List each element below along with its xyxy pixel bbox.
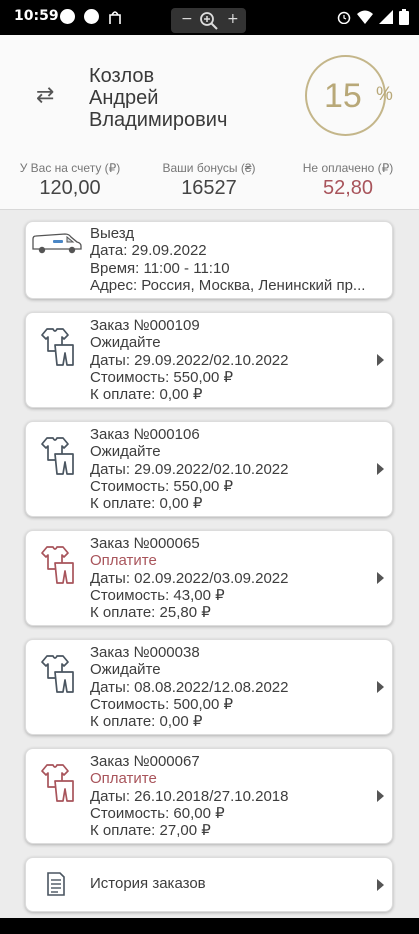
order-title: Заказ №000065: [90, 535, 200, 552]
order-cost: Стоимость: 550,00 ₽: [90, 368, 234, 386]
visit-time: Время: 11:00 - 11:10: [90, 259, 230, 277]
discount-value: 15: [324, 77, 362, 115]
alarm-icon: [337, 11, 351, 24]
order-cost: Стоимость: 60,00 ₽: [90, 804, 225, 822]
unpaid-value: 52,80: [322, 177, 374, 199]
document-icon: [47, 872, 65, 896]
status-bar: 10:59 − +: [0, 0, 419, 35]
order-dates: Даты: 29.09.2022/02.10.2022: [90, 460, 289, 478]
navigation-bar: [0, 918, 419, 934]
profile-header: ⇄ Козлов Андрей Владимирович 15 % У Вас …: [0, 35, 419, 210]
logout-icon[interactable]: ⇄: [36, 83, 54, 108]
chevron-right-icon: [377, 354, 384, 366]
order-card[interactable]: Заказ №000065 Оплатите Даты: 02.09.2022/03…: [25, 530, 393, 626]
zoom-control[interactable]: − +: [171, 8, 246, 33]
order-status: Оплатите: [90, 552, 157, 570]
visit-date: Дата: 29.09.2022: [90, 242, 207, 260]
clothes-icon: [41, 328, 74, 366]
order-cost: Стоимость: 550,00 ₽: [90, 477, 234, 495]
zoom-out-icon[interactable]: −: [181, 11, 193, 27]
visit-card[interactable]: Выезд Дата: 29.09.2022 Время: 11:00 - 11…: [25, 221, 393, 299]
clothes-icon: [41, 764, 74, 802]
shopping-bag-icon: [109, 11, 121, 24]
visit-title: Выезд: [90, 225, 135, 242]
order-to-pay: К оплате: 25,80 ₽: [90, 604, 211, 622]
history-card[interactable]: История заказов: [25, 857, 393, 912]
clothes-icon: [41, 655, 74, 693]
unpaid-stat: Не оплачено (₽) 52,80: [278, 161, 418, 200]
notification-icon: [60, 9, 75, 24]
clothes-icon: [41, 546, 74, 584]
magnifier-icon: [200, 12, 218, 30]
order-details: Заказ №000067 Оплатите Даты: 26.10.2018/27…: [90, 753, 386, 839]
user-name: Козлов Андрей Владимирович: [89, 65, 227, 131]
chevron-right-icon: [377, 572, 384, 584]
order-title: Заказ №000109: [90, 317, 200, 334]
chevron-right-icon: [377, 879, 384, 891]
order-title: Заказ №000106: [90, 426, 200, 443]
chevron-right-icon: [377, 790, 384, 802]
system-icons: [337, 8, 409, 26]
order-card[interactable]: Заказ №000106 Ожидайте Даты: 29.09.2022/02…: [25, 421, 393, 517]
balance-stat: У Вас на счету (₽) 120,00: [0, 161, 140, 200]
bonus-value: 16527: [181, 177, 237, 199]
order-details: Заказ №000106 Ожидайте Даты: 29.09.2022/02…: [90, 426, 386, 512]
balance-value: 120,00: [39, 177, 101, 199]
bonus-label: Ваши бонусы (₴): [162, 161, 256, 175]
signal-icon: [379, 10, 393, 24]
name-line-first: Андрей: [89, 87, 159, 109]
name-line-surname: Козлов: [89, 65, 155, 87]
order-to-pay: К оплате: 0,00 ₽: [90, 495, 203, 513]
chevron-right-icon: [377, 463, 384, 475]
discount-badge: 15 %: [305, 55, 393, 136]
history-label: История заказов: [90, 875, 206, 892]
order-details: Заказ №000109 Ожидайте Даты: 29.09.2022/02…: [90, 317, 386, 403]
status-time: 10:59: [14, 8, 59, 24]
wifi-icon: [357, 10, 373, 24]
order-card[interactable]: Заказ №000067 Оплатите Даты: 26.10.2018/27…: [25, 748, 393, 844]
order-title: Заказ №000038: [90, 644, 200, 661]
delivery-van-icon: [32, 233, 82, 254]
chevron-right-icon: [377, 681, 384, 693]
order-card[interactable]: Заказ №000109 Ожидайте Даты: 29.09.2022/02…: [25, 312, 393, 408]
order-status: Ожидайте: [90, 443, 161, 461]
clothes-icon: [41, 437, 74, 475]
visit-address: Адрес: Россия, Москва, Ленинский пр...: [90, 276, 366, 294]
order-cost: Стоимость: 500,00 ₽: [90, 695, 234, 713]
order-status: Ожидайте: [90, 661, 161, 679]
order-status: Ожидайте: [90, 334, 161, 352]
order-dates: Даты: 02.09.2022/03.09.2022: [90, 569, 289, 587]
order-details: Заказ №000038 Ожидайте Даты: 08.08.2022/12…: [90, 644, 386, 730]
order-cost: Стоимость: 43,00 ₽: [90, 586, 225, 604]
order-to-pay: К оплате: 0,00 ₽: [90, 713, 203, 731]
location-icon: [84, 9, 99, 24]
discount-unit: %: [376, 84, 393, 105]
order-title: Заказ №000067: [90, 753, 200, 770]
battery-icon: [399, 9, 409, 25]
balance-label: У Вас на счету (₽): [19, 161, 121, 175]
order-dates: Даты: 26.10.2018/27.10.2018: [90, 787, 289, 805]
name-line-patronymic: Владимирович: [89, 109, 228, 131]
unpaid-label: Не оплачено (₽): [302, 161, 394, 175]
zoom-in-icon[interactable]: +: [227, 11, 239, 27]
order-dates: Даты: 08.08.2022/12.08.2022: [90, 678, 289, 696]
order-to-pay: К оплате: 0,00 ₽: [90, 386, 203, 404]
order-details: Заказ №000065 Оплатите Даты: 02.09.2022/03…: [90, 535, 386, 621]
order-dates: Даты: 29.09.2022/02.10.2022: [90, 351, 289, 369]
visit-details: Выезд Дата: 29.09.2022 Время: 11:00 - 11…: [90, 225, 386, 294]
order-card[interactable]: Заказ №000038 Ожидайте Даты: 08.08.2022/12…: [25, 639, 393, 735]
bonus-stat: Ваши бонусы (₴) 16527: [139, 161, 279, 200]
order-to-pay: К оплате: 27,00 ₽: [90, 822, 211, 840]
order-status: Оплатите: [90, 770, 157, 788]
